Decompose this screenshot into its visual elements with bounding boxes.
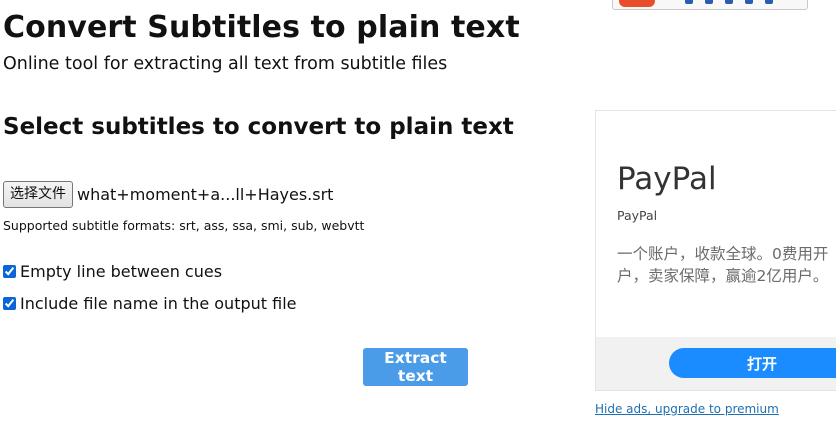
empty-line-label: Empty line between cues: [20, 261, 223, 281]
hide-ads-link[interactable]: Hide ads, upgrade to premium: [595, 402, 779, 416]
extract-text-button[interactable]: Extract text: [363, 348, 468, 386]
empty-line-option[interactable]: Empty line between cues: [3, 261, 222, 281]
browser-toolbar-remnant: [612, 0, 808, 10]
toolbar-icon[interactable]: [765, 0, 773, 4]
toolbar-icons: [685, 0, 805, 7]
toolbar-icon[interactable]: [705, 0, 713, 4]
supported-formats-note: Supported subtitle formats: srt, ass, ss…: [3, 218, 365, 233]
toolbar-icon[interactable]: [745, 0, 753, 4]
ad-footer: 打开: [596, 337, 836, 390]
ad-description: 一个账户，收款全球。0费用开户，卖家保障，赢逾2亿用户。: [617, 245, 829, 285]
selected-file-name: what+moment+a...ll+Hayes.srt: [77, 184, 334, 204]
file-picker: 选择文件 what+moment+a...ll+Hayes.srt: [3, 180, 333, 208]
choose-file-button[interactable]: 选择文件: [3, 180, 73, 208]
ad-open-button[interactable]: 打开: [669, 348, 836, 378]
toolbar-icon[interactable]: [725, 0, 733, 4]
page-title: Convert Subtitles to plain text: [3, 10, 520, 45]
page-subtitle: Online tool for extracting all text from…: [3, 54, 448, 74]
ad-advertiser: PayPal: [617, 208, 658, 223]
ad-panel[interactable]: PayPal PayPal 一个账户，收款全球。0费用开户，卖家保障，赢逾2亿用…: [595, 110, 836, 391]
include-filename-option[interactable]: Include file name in the output file: [3, 293, 296, 313]
include-filename-checkbox[interactable]: [3, 296, 16, 310]
ad-title[interactable]: PayPal: [617, 161, 717, 197]
include-filename-label: Include file name in the output file: [20, 293, 297, 313]
extension-logo-icon: [619, 0, 655, 7]
section-title: Select subtitles to convert to plain tex…: [3, 114, 514, 140]
empty-line-checkbox[interactable]: [3, 264, 16, 278]
toolbar-icon[interactable]: [685, 0, 693, 4]
